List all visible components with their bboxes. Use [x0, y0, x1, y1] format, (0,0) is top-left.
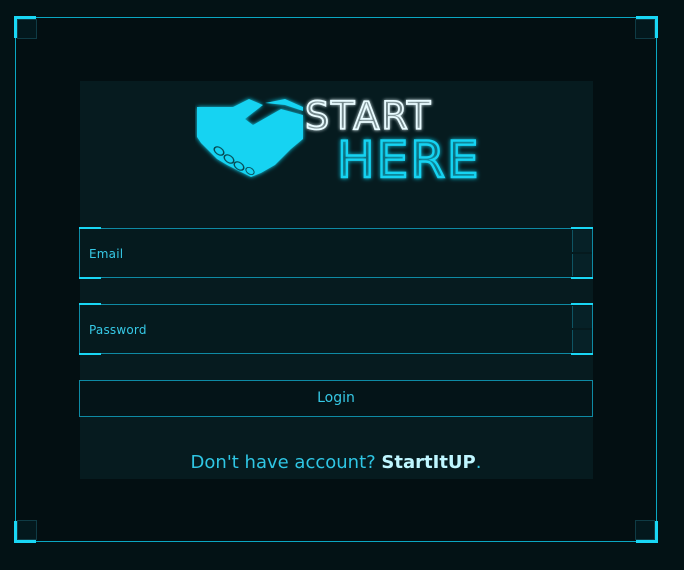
frame-corner-box	[17, 520, 37, 540]
signup-prompt: Don't have account? StartItUP.	[79, 452, 593, 473]
field-accent	[571, 353, 593, 355]
field-accent	[79, 353, 101, 355]
field-accent	[79, 227, 101, 229]
password-label: Password	[89, 323, 147, 337]
field-accent	[79, 277, 101, 279]
login-button[interactable]: Login	[79, 380, 593, 417]
email-field[interactable]: Email	[79, 227, 593, 279]
field-accent	[571, 227, 593, 229]
start-here-logo: START HERE	[195, 93, 485, 190]
field-sidebox	[572, 254, 592, 276]
signup-prompt-text: Don't have account?	[190, 452, 382, 473]
field-sidebox	[572, 330, 592, 352]
field-sidebox	[572, 306, 592, 328]
startitup-link[interactable]: StartItUP	[381, 452, 475, 473]
frame-corner-box	[635, 19, 655, 39]
handshake-icon: START HERE	[197, 93, 481, 190]
field-accent	[571, 303, 593, 305]
signup-suffix: .	[475, 452, 482, 473]
field-accent	[79, 303, 101, 305]
field-sidebox	[572, 230, 592, 252]
frame-corner-box	[635, 520, 655, 540]
field-accent	[571, 277, 593, 279]
logo-line-here: HERE	[337, 131, 481, 188]
frame-corner-box	[17, 19, 37, 39]
email-label: Email	[89, 247, 124, 261]
password-field[interactable]: Password	[79, 303, 593, 355]
